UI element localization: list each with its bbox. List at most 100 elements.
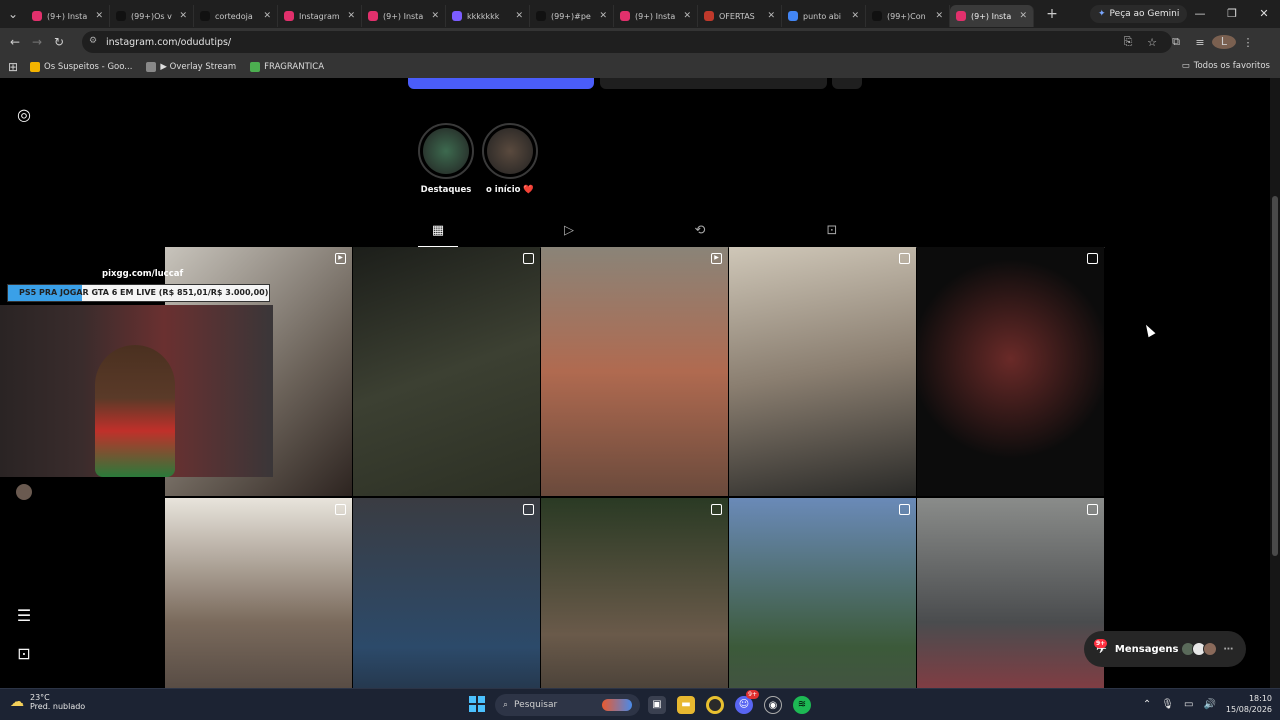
tab-favicon-icon	[284, 11, 294, 21]
browser-tab[interactable]: Instagram ✕	[278, 5, 362, 27]
gemini-button[interactable]: ✦ Peça ao Gemini	[1090, 5, 1188, 23]
tab-close-icon[interactable]: ✕	[95, 11, 103, 21]
new-tab-button[interactable]: +	[1042, 6, 1062, 22]
display-icon[interactable]: ▭	[1184, 699, 1193, 710]
profile-avatar[interactable]: L	[1212, 35, 1236, 49]
instagram-logo-icon[interactable]: ◎	[14, 105, 34, 125]
weather-widget[interactable]: ☁ 23°C Pred. nublado	[10, 693, 85, 711]
tagged-tab-icon[interactable]: ⊡	[812, 218, 852, 248]
browser-tab[interactable]: (99+)#pe ✕	[530, 5, 614, 27]
messages-pill[interactable]: ✈ 9+ Mensagens ⋯	[1084, 631, 1246, 667]
taskbar-search[interactable]: ⌕ Pesquisar	[495, 694, 640, 716]
tab-close-icon[interactable]: ✕	[179, 11, 187, 21]
post-thumbnail[interactable]: ▶	[541, 247, 728, 496]
minimize-button[interactable]: —	[1184, 0, 1216, 28]
browser-tab[interactable]: kkkkkkk ✕	[446, 5, 530, 27]
bookmark-item[interactable]: FRAGRANTICA	[250, 62, 324, 72]
post-thumbnail[interactable]	[353, 498, 540, 688]
browser-tab[interactable]: (9+) Insta ✕	[362, 5, 446, 27]
browser-tab[interactable]: (9+) Insta ✕	[950, 5, 1034, 27]
instagram-profile-page: ◎ + ▥ ☰ ⊡ Destaqueso início ❤️ ▦ ▷ ⟲ ⊡ ▶…	[0, 78, 1270, 688]
browser-tab[interactable]: cortedoja ✕	[194, 5, 278, 27]
browser-tab[interactable]: OFERTAS ✕	[698, 5, 782, 27]
menu-icon[interactable]: ⋮	[1236, 36, 1260, 49]
volume-icon[interactable]: 🔊	[1203, 699, 1215, 710]
restore-button[interactable]: ❐	[1216, 0, 1248, 28]
extensions-icon[interactable]: ⧉	[1164, 35, 1188, 49]
more-dots-icon[interactable]: ⋯	[1223, 644, 1233, 655]
install-app-icon[interactable]: ⎘	[1116, 35, 1140, 49]
tab-close-icon[interactable]: ✕	[515, 11, 523, 21]
close-window-button[interactable]: ✕	[1248, 0, 1280, 28]
discord-icon[interactable]: ☺ 9+	[735, 690, 759, 714]
tab-close-icon[interactable]: ✕	[683, 11, 691, 21]
follow-button[interactable]	[408, 78, 594, 89]
also-from-meta-icon[interactable]: ⊡	[14, 644, 34, 664]
avatar	[1203, 642, 1218, 656]
forward-button[interactable]: →	[26, 35, 48, 49]
omnibox[interactable]: ⚙ instagram.com/odudutips/	[82, 31, 1172, 53]
grid-tab-icon[interactable]: ▦	[418, 218, 458, 248]
highlight-item[interactable]: Destaques	[418, 123, 474, 195]
file-explorer-icon[interactable]: ▬	[677, 696, 695, 714]
reload-button[interactable]: ↻	[48, 35, 70, 49]
post-thumbnail[interactable]	[917, 498, 1104, 688]
back-button[interactable]: ←	[4, 35, 26, 49]
page-scrollbar[interactable]	[1270, 78, 1280, 688]
tab-close-icon[interactable]: ✕	[1019, 11, 1027, 21]
more-options-button[interactable]	[832, 78, 862, 89]
tab-search-icon[interactable]: ⌄	[0, 7, 26, 21]
task-view-icon[interactable]: ▣	[648, 696, 666, 714]
tab-close-icon[interactable]: ✕	[431, 11, 439, 21]
spotify-icon[interactable]: ≋	[793, 696, 811, 714]
stream-overlay: pixgg.com/luccaf PS5 PRA JOGAR GTA 6 EM …	[0, 265, 275, 477]
post-thumbnail[interactable]	[541, 498, 728, 688]
highlight-cover	[487, 128, 533, 174]
tab-close-icon[interactable]: ✕	[347, 11, 355, 21]
bookmark-star-icon[interactable]: ☆	[1140, 36, 1164, 49]
message-button[interactable]	[600, 78, 827, 89]
multi-image-icon	[523, 504, 534, 515]
browser-tab[interactable]: (9+) Insta ✕	[26, 5, 110, 27]
multi-image-icon	[899, 253, 910, 264]
tab-close-icon[interactable]: ✕	[599, 11, 607, 21]
post-thumbnail[interactable]	[353, 247, 540, 496]
reels-tab-icon[interactable]: ▷	[549, 218, 589, 248]
steam-icon[interactable]: ◉	[764, 696, 782, 714]
bookmark-item[interactable]: ▶ Overlay Stream	[146, 62, 236, 72]
post-thumbnail[interactable]	[165, 498, 352, 688]
tab-close-icon[interactable]: ✕	[935, 11, 943, 21]
post-thumbnail[interactable]	[917, 247, 1104, 496]
profile-avatar-icon[interactable]	[14, 484, 34, 504]
post-thumbnail[interactable]	[729, 498, 916, 688]
clock-time: 18:10	[1248, 694, 1272, 703]
all-bookmarks-label: Todos os favoritos	[1193, 61, 1270, 71]
microphone-icon[interactable]: 🎙	[1161, 699, 1174, 710]
browser-tab[interactable]: punto abi ✕	[782, 5, 866, 27]
all-bookmarks[interactable]: ▭ Todos os favoritos	[1182, 61, 1270, 71]
chrome-icon[interactable]	[706, 696, 724, 714]
tab-close-icon[interactable]: ✕	[767, 11, 775, 21]
tab-close-icon[interactable]: ✕	[263, 11, 271, 21]
apps-grid-icon[interactable]: ⊞	[2, 60, 24, 74]
post-thumbnail[interactable]	[729, 247, 916, 496]
site-info-icon[interactable]: ⚙	[89, 36, 97, 46]
reposts-tab-icon[interactable]: ⟲	[680, 218, 720, 248]
gemini-label: Peça ao Gemini	[1109, 9, 1180, 19]
browser-tab[interactable]: (99+)Con ✕	[866, 5, 950, 27]
highlight-item[interactable]: o início ❤️	[482, 123, 538, 195]
scrollbar-thumb[interactable]	[1272, 196, 1278, 556]
tab-title: OFERTAS	[719, 11, 755, 21]
tab-favicon-icon	[200, 11, 210, 21]
browser-tab[interactable]: (99+)Os v ✕	[110, 5, 194, 27]
more-menu-icon[interactable]: ☰	[14, 606, 34, 626]
bookmark-item[interactable]: Os Suspeitos - Goo...	[30, 62, 132, 72]
browser-tab[interactable]: (9+) Insta ✕	[614, 5, 698, 27]
tab-favicon-icon	[368, 11, 378, 21]
tab-close-icon[interactable]: ✕	[851, 11, 859, 21]
tray-chevron-icon[interactable]: ⌃	[1143, 699, 1151, 710]
media-control-icon[interactable]: ≡	[1188, 36, 1212, 49]
windows-start-icon[interactable]	[469, 696, 485, 712]
windows-taskbar: ☁ 23°C Pred. nublado ⌕ Pesquisar ▣ ▬ ☺ 9+ ◉…	[0, 688, 1280, 720]
clock[interactable]: 18:10 15/08/2026	[1226, 693, 1272, 715]
